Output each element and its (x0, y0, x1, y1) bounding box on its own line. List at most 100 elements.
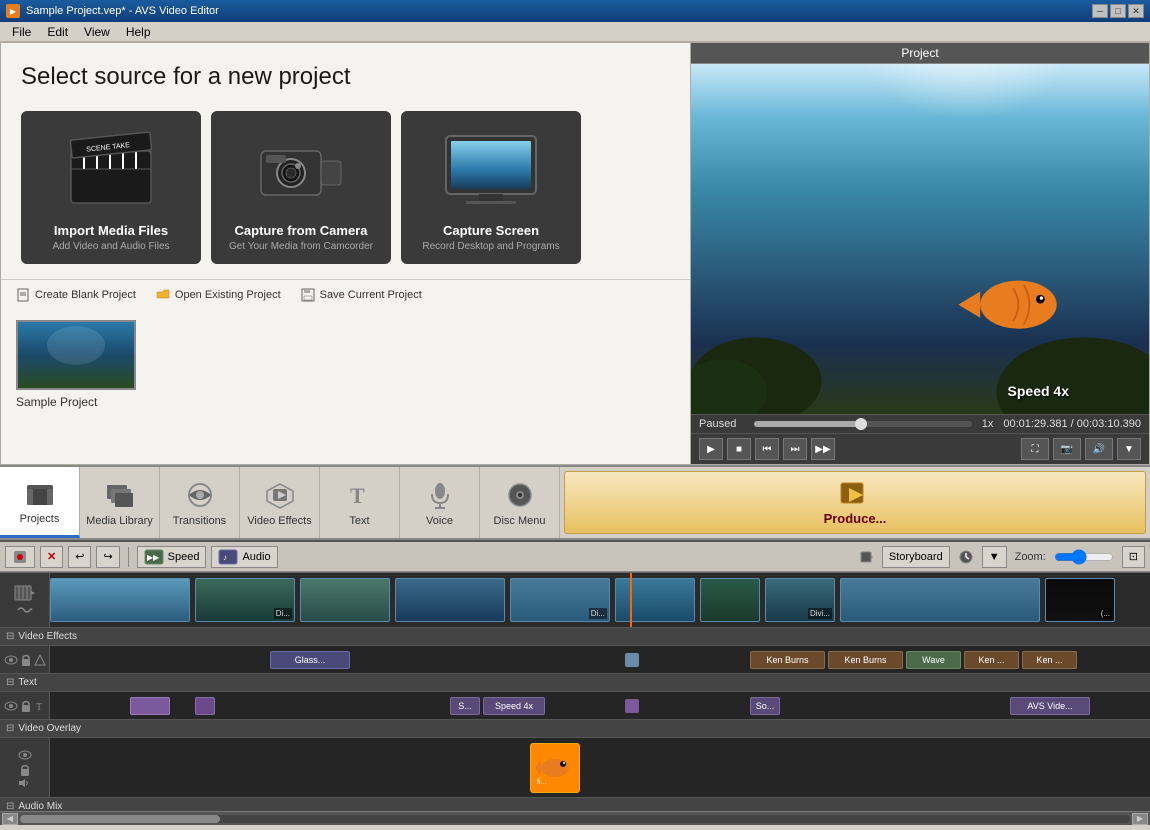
view-toggle[interactable]: ▼ (982, 546, 1007, 568)
ken-badge-3[interactable]: Ken ... (964, 651, 1019, 669)
record-icon (12, 549, 28, 565)
text-section-label: Text (18, 677, 36, 688)
preview-progress-bar[interactable] (754, 421, 972, 427)
import-media-option[interactable]: SCENE TAKE Import Media Files Add Video … (21, 111, 201, 264)
overlay-track-label (0, 738, 50, 797)
menu-bar: File Edit View Help (0, 22, 1150, 42)
menu-edit[interactable]: Edit (39, 23, 76, 41)
scroll-right-button[interactable]: ▶ (1132, 813, 1148, 825)
text-badge-speed[interactable]: Speed 4x (483, 697, 545, 715)
screen-label: Capture Screen (443, 223, 539, 238)
wave-badge[interactable]: Wave (906, 651, 961, 669)
capture-screen-option[interactable]: Capture Screen Record Desktop and Progra… (401, 111, 581, 264)
volume-button[interactable]: 🔊 (1085, 438, 1113, 460)
create-blank-link[interactable]: Create Blank Project (16, 288, 136, 302)
lock-icon (20, 654, 32, 666)
video-clip-6[interactable] (615, 578, 695, 622)
record-button[interactable] (5, 546, 35, 568)
projects-icon (24, 477, 56, 509)
collapse-audio-icon[interactable]: ⊟ (6, 801, 14, 811)
effects-track-label (0, 646, 50, 673)
play-button[interactable]: ▶ (699, 438, 723, 460)
redo-button[interactable]: ↪ (96, 546, 119, 568)
tab-transitions[interactable]: Transitions (160, 467, 240, 538)
audio-button[interactable]: ♪ Audio (211, 546, 277, 568)
effect-marker-1 (625, 653, 639, 667)
video-clip-7[interactable] (700, 578, 760, 622)
collapse-overlay-icon[interactable]: ⊟ (6, 723, 14, 734)
tab-video-effects[interactable]: Video Effects (240, 467, 320, 538)
delete-button[interactable]: ✕ (40, 546, 63, 568)
prev-frame-button[interactable]: ⏮ (755, 438, 779, 460)
storyboard-button[interactable]: Storyboard (882, 546, 950, 568)
next-frame-button[interactable]: ⏭ (783, 438, 807, 460)
text-badge-1[interactable] (195, 697, 215, 715)
tab-projects[interactable]: Projects (0, 467, 80, 538)
timeline-scrollbar[interactable]: ◀ ▶ (0, 811, 1150, 825)
zoom-fit-button[interactable]: ⊡ (1122, 546, 1145, 568)
open-existing-link[interactable]: Open Existing Project (156, 288, 281, 302)
title-bar-controls[interactable]: ─ □ ✕ (1092, 4, 1144, 18)
expand-button[interactable]: ▼ (1117, 438, 1141, 460)
ken-badge-4[interactable]: Ken ... (1022, 651, 1077, 669)
camera-icon (256, 131, 346, 206)
audio-section-label: Audio Mix (18, 801, 62, 811)
voice-label: Voice (426, 515, 453, 527)
video-clip-9[interactable] (840, 578, 1040, 622)
capture-camera-option[interactable]: Capture from Camera Get Your Media from … (211, 111, 391, 264)
menu-help[interactable]: Help (118, 23, 159, 41)
tab-disc-menu[interactable]: Disc Menu (480, 467, 560, 538)
step-forward-button[interactable]: ▶▶ (811, 438, 835, 460)
collapse-effects-icon[interactable]: ⊟ (6, 631, 14, 642)
fish-overlay-clip[interactable]: fi... (530, 743, 580, 793)
menu-file[interactable]: File (4, 23, 39, 41)
recent-project-item[interactable]: Sample Project (16, 320, 675, 409)
text-badge-s[interactable]: S... (450, 697, 480, 715)
lock-icon-text (20, 700, 32, 712)
text-label: Text (349, 515, 369, 527)
video-clip-8[interactable]: Divi... (765, 578, 835, 622)
ken-burns-badge-1[interactable]: Ken Burns (750, 651, 825, 669)
minimize-button[interactable]: ─ (1092, 4, 1108, 18)
scroll-left-button[interactable]: ◀ (2, 813, 18, 825)
effects-track-row: Glass... Ken Burns Ken Burns Wave Ken ..… (0, 646, 1150, 674)
text-badge-0[interactable] (130, 697, 170, 715)
project-thumbnail (16, 320, 136, 390)
video-clip-2[interactable]: Di... (195, 578, 295, 622)
tab-voice[interactable]: Voice (400, 467, 480, 538)
menu-view[interactable]: View (76, 23, 118, 41)
collapse-text-icon[interactable]: ⊟ (6, 677, 14, 688)
progress-handle[interactable] (855, 418, 867, 430)
eye-icon-text (4, 699, 18, 713)
undo-button[interactable]: ↩ (68, 546, 91, 568)
video-clip-4[interactable] (395, 578, 505, 622)
close-button[interactable]: ✕ (1128, 4, 1144, 18)
video-clip-10[interactable]: (... (1045, 578, 1115, 622)
text-badge-so[interactable]: So... (750, 697, 780, 715)
save-current-link[interactable]: Save Current Project (301, 288, 422, 302)
fullscreen-button[interactable]: ⛶ (1021, 438, 1049, 460)
zoom-slider[interactable] (1054, 551, 1114, 563)
scroll-track[interactable] (20, 815, 1130, 823)
scroll-thumb[interactable] (20, 815, 220, 823)
tab-media-library[interactable]: Media Library (80, 467, 160, 538)
import-icon-area: SCENE TAKE (41, 123, 181, 213)
video-clip-5[interactable]: Di... (510, 578, 610, 622)
video-clip-1[interactable] (50, 578, 190, 622)
video-clip-3[interactable] (300, 578, 390, 622)
svg-text:fi...: fi... (537, 779, 546, 786)
overlay-track-row: fi... (0, 738, 1150, 798)
stop-button[interactable]: ■ (727, 438, 751, 460)
snapshot-button[interactable]: 📷 (1053, 438, 1081, 460)
produce-button[interactable]: Produce... (564, 471, 1146, 534)
preview-video: Speed 4x (691, 64, 1149, 414)
video-track-content[interactable]: Di... Di... Divi... (... (50, 573, 1150, 627)
preview-panel: Project (690, 42, 1150, 465)
speed-button[interactable]: ▶▶ Speed (137, 546, 207, 568)
glass-effect-badge[interactable]: Glass... (270, 651, 350, 669)
tab-text[interactable]: T Text (320, 467, 400, 538)
ken-burns-badge-2[interactable]: Ken Burns (828, 651, 903, 669)
maximize-button[interactable]: □ (1110, 4, 1126, 18)
text-section: ⊟ Text (0, 674, 1150, 692)
text-badge-avs[interactable]: AVS Vide... (1010, 697, 1090, 715)
